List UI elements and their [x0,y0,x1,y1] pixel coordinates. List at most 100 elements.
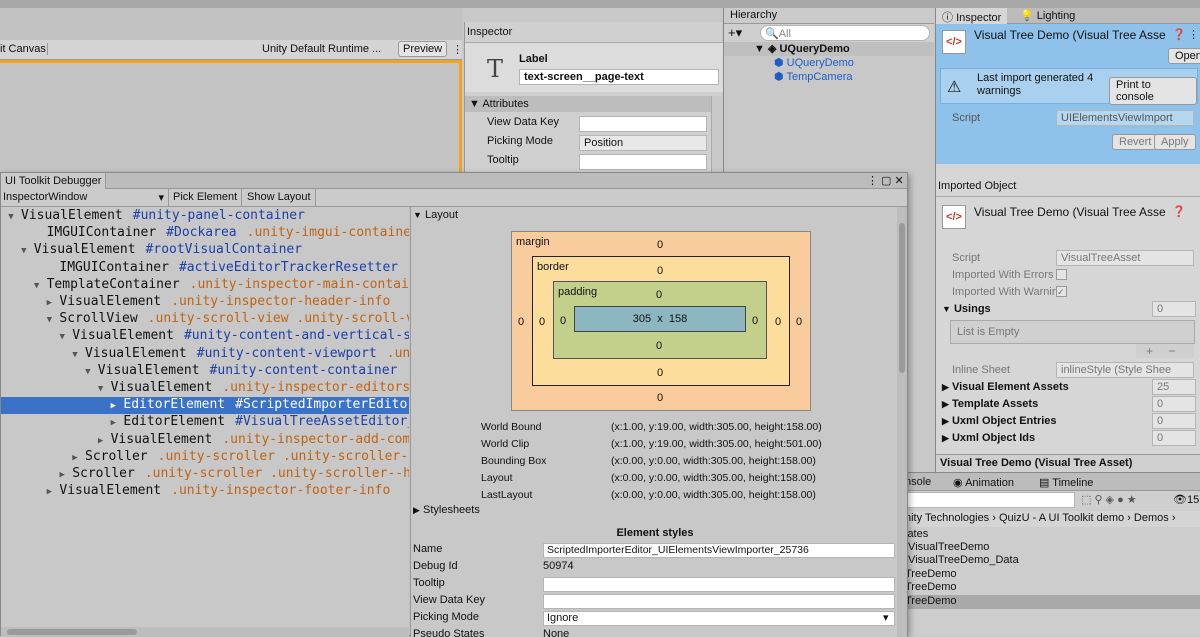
tab-animation[interactable]: ◉ Animation [953,476,1014,489]
tree-row[interactable]: ▶ Scroller .unity-scroller .unity-scroller… [1,466,409,483]
style-input[interactable] [543,594,895,609]
tree-row[interactable]: ▼ VisualElement #unity-content-viewport .un… [1,346,409,363]
debugger-tab[interactable]: UI Toolkit Debugger [1,173,107,189]
list-item[interactable]: .VisualTreeDemo_Data [905,554,1200,568]
collapsed-arrow-icon[interactable]: ▶ [95,433,107,449]
tree-row[interactable]: ▼VisualElement .unity-inspector-editors-l… [1,380,409,397]
collapsed-arrow-icon[interactable]: ▶ [43,295,55,311]
window-select[interactable]: InspectorWindow ▾ [1,189,169,206]
tree-row[interactable]: ▶ Scroller .unity-scroller .unity-scroller… [1,449,409,466]
hierarchy-root-row[interactable]: ▼ ◈ UQueryDemo [724,42,934,56]
errors-checkbox[interactable] [1056,269,1067,280]
hidden-count[interactable]: 👁15 [1173,493,1199,506]
group-count[interactable]: 25 [1152,379,1196,395]
tree-row[interactable]: ▼ TemplateContainer .unity-inspector-main-… [1,277,409,294]
breadcrumb-item[interactable]: nity Technologies [905,512,989,524]
game-canvas-area[interactable] [0,60,462,172]
hierarchy-search-input[interactable]: 🔍All [760,25,930,41]
style-input[interactable] [543,577,895,592]
breadcrumb-item[interactable]: QuizU - A UI Toolkit demo [999,512,1124,524]
script-field[interactable]: UIElementsViewImport [1056,110,1194,126]
hierarchy-item[interactable]: ⬢ TempCamera [774,70,853,83]
show-layout-button[interactable]: Show Layout [243,189,316,206]
picking-mode-select[interactable]: Ignore [543,611,895,626]
apply-button[interactable]: Apply [1154,134,1196,150]
warnings-checkbox[interactable]: ✓ [1056,286,1067,297]
tree-row[interactable]: ▶EditorElement #VisualTreeAssetEditor_Vi [1,414,409,431]
filter-icons[interactable]: ⬚ ⚲ ◈ ● ★ [1081,493,1137,506]
breadcrumb-item[interactable]: Demos [1134,512,1169,524]
attributes-header[interactable]: ▼ Attributes [465,96,711,112]
open-button[interactable]: Open [1168,48,1200,64]
tree-row[interactable]: ▼VisualElement #unity-content-container .u [1,363,409,380]
group-row[interactable]: ▶ Template Assets 0 [942,396,1197,412]
help-icon[interactable]: ❓ [1172,205,1186,218]
list-item[interactable]: TreeDemo [905,581,1200,595]
project-search-input[interactable] [905,492,1075,508]
group-row[interactable]: ▶ Uxml Object Entries 0 [942,413,1197,429]
tree-row[interactable]: ▼ ScrollView .unity-scroll-view .unity-scr… [1,311,409,328]
tree-row[interactable]: ▼ VisualElement #rootVisualContainer [1,242,409,259]
list-item[interactable]: TreeDemo [905,568,1200,582]
expanded-arrow-icon[interactable]: ▼ [43,312,55,328]
canvas-tab[interactable]: it Canvas [0,43,48,55]
add-item-button[interactable]: + [1146,344,1153,358]
collapsed-arrow-icon[interactable]: ▶ [107,415,119,431]
expanded-arrow-icon[interactable]: ▼ [31,278,43,294]
pick-element-button[interactable]: Pick Element [169,189,243,206]
tab-lighting[interactable]: 💡 Lighting [1020,9,1075,22]
tab-timeline[interactable]: ▤ Timeline [1039,476,1093,489]
list-item-selected[interactable]: TreeDemo [905,595,1200,609]
group-row[interactable]: ▶ Visual Element Assets 25 [942,379,1197,395]
inline-sheet-field[interactable]: inlineStyle (Style Shee [1056,362,1194,378]
runtime-select[interactable]: Unity Default Runtime ... [262,43,394,55]
tree-row[interactable]: IMGUIContainer #activeEditorTrackerResett… [1,260,409,277]
style-input[interactable]: ScriptedImporterEditor_UIElementsViewImp… [543,543,895,558]
detail-vscrollbar[interactable] [897,207,907,637]
group-count[interactable]: 0 [1152,430,1196,446]
expanded-arrow-icon[interactable]: ▼ [95,381,107,397]
hierarchy-tab[interactable]: Hierarchy [730,9,777,21]
tree-row[interactable]: ▼ VisualElement #unity-content-and-vertica… [1,328,409,345]
revert-button[interactable]: Revert [1112,134,1159,150]
tree-row[interactable]: ▶ VisualElement .unity-inspector-header-in… [1,294,409,311]
layout-header[interactable]: ▼ Layout [413,209,458,221]
add-icon[interactable]: +▾ [728,25,742,41]
group-count[interactable]: 0 [1152,413,1196,429]
collapsed-arrow-icon[interactable]: ▶ [107,398,119,414]
expanded-arrow-icon[interactable]: ▼ [82,364,94,380]
label-value-field[interactable]: text-screen__page-text [519,69,719,85]
stylesheets-header[interactable]: ▶ Stylesheets [413,504,480,516]
expanded-arrow-icon[interactable]: ▼ [69,347,81,363]
help-icon[interactable]: ❓ [1172,28,1186,41]
settings-icon[interactable]: ⋮ [1188,28,1199,41]
attr-value[interactable] [579,154,707,170]
tab-console[interactable]: nsole [905,476,931,488]
tree-row[interactable]: ▶ VisualElement .unity-inspector-footer-in… [1,483,409,500]
group-row[interactable]: ▶ Uxml Object Ids 0 [942,430,1197,446]
preview-button[interactable]: Preview [398,41,448,57]
tab-inspector[interactable]: ⓘ Inspector [936,8,1008,24]
picking-mode-select[interactable]: Position [579,135,707,151]
usings-row[interactable]: ▼ Usings 0 [942,301,1197,317]
print-console-button[interactable]: Print to console [1109,77,1197,105]
list-item[interactable]: .VisualTreeDemo [905,541,1200,555]
more-icon[interactable]: ⋮ [452,43,463,56]
expanded-arrow-icon[interactable]: ▼ [5,209,17,225]
visualtreeasset-field[interactable]: VisualTreeAsset [1056,250,1194,266]
group-count[interactable]: 0 [1152,396,1196,412]
tree-row[interactable]: ▼ VisualElement #unity-panel-container [1,208,409,225]
list-item[interactable]: lates [905,528,1200,542]
expanded-arrow-icon[interactable]: ▼ [56,329,68,345]
collapsed-arrow-icon[interactable]: ▶ [69,450,81,466]
tree-row[interactable]: ▶VisualElement .unity-inspector-add-compo… [1,432,409,449]
expanded-arrow-icon[interactable]: ▼ [18,243,30,259]
usings-count[interactable]: 0 [1152,301,1196,317]
mini-scrollbar[interactable] [711,96,723,172]
hierarchy-item[interactable]: ⬢ UQueryDemo [774,56,854,69]
tree-row[interactable]: ▶EditorElement #ScriptedImporterEditor_U [1,397,409,415]
collapsed-arrow-icon[interactable]: ▶ [56,467,68,483]
tree-row[interactable]: IMGUIContainer #Dockarea .unity-imgui-cont… [1,225,409,242]
attr-value[interactable] [579,116,707,132]
window-controls[interactable]: ⋮ ▢ ✕ [867,174,904,187]
